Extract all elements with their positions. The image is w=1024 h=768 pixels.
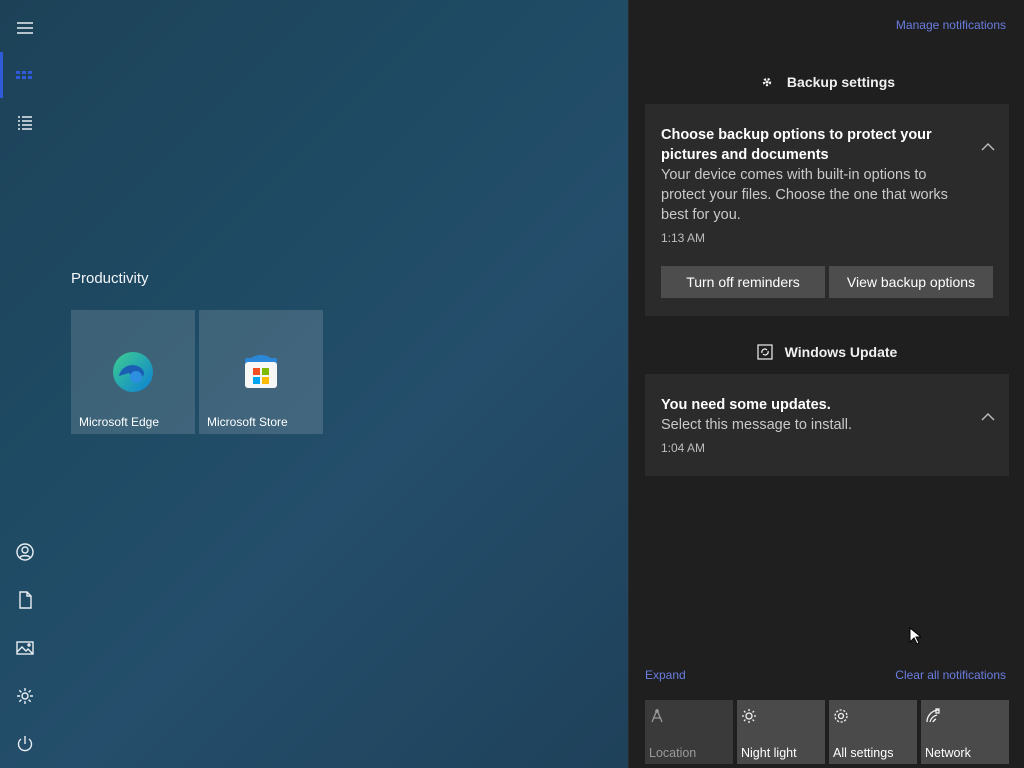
group-app-name: Windows Update bbox=[784, 344, 898, 360]
settings-icon bbox=[17, 688, 33, 704]
update-icon bbox=[757, 344, 773, 360]
tile-group-title: Productivity bbox=[71, 270, 149, 287]
tile-label: Microsoft Store bbox=[207, 415, 288, 429]
documents-button[interactable] bbox=[0, 578, 50, 622]
night-light-icon bbox=[742, 709, 756, 723]
group-app-name: Backup settings bbox=[786, 74, 896, 90]
pictures-icon bbox=[16, 641, 34, 655]
edge-icon bbox=[113, 352, 153, 392]
collapse-button[interactable] bbox=[981, 408, 995, 422]
notification-group-header[interactable]: Backup settings bbox=[629, 74, 1024, 90]
quick-action-all-settings[interactable]: All settings bbox=[829, 700, 917, 764]
notification-body: Your device comes with built-in options … bbox=[661, 167, 948, 223]
quick-action-label: Network bbox=[925, 746, 971, 760]
mouse-cursor-icon bbox=[909, 627, 921, 645]
power-icon bbox=[17, 736, 33, 752]
tile-microsoft-edge[interactable]: Microsoft Edge bbox=[71, 310, 195, 434]
view-backup-options-button[interactable]: View backup options bbox=[829, 266, 993, 298]
notification-card[interactable]: Choose backup options to protect your pi… bbox=[645, 104, 1009, 316]
collapse-button[interactable] bbox=[981, 138, 995, 152]
start-menu: Productivity Microsoft Edge Microsoft St… bbox=[0, 0, 628, 768]
user-account-button[interactable] bbox=[0, 530, 50, 574]
quick-action-label: All settings bbox=[833, 746, 894, 760]
chevron-up-icon bbox=[981, 143, 995, 151]
gear-icon bbox=[762, 77, 772, 87]
action-center: Manage notifications Backup settings Cho… bbox=[628, 0, 1024, 768]
quick-action-night-light[interactable]: Night light bbox=[737, 700, 825, 764]
store-icon bbox=[245, 355, 277, 388]
user-icon bbox=[16, 543, 34, 561]
network-icon bbox=[926, 708, 940, 723]
tiles-icon bbox=[16, 71, 36, 79]
notification-time: 1:13 AM bbox=[661, 231, 706, 245]
hamburger-icon bbox=[17, 22, 33, 34]
quick-action-location[interactable]: Location bbox=[645, 700, 733, 764]
settings-button[interactable] bbox=[0, 674, 50, 718]
tile-microsoft-store[interactable]: Microsoft Store bbox=[199, 310, 323, 434]
manage-notifications-link[interactable]: Manage notifications bbox=[896, 18, 1006, 32]
gear-icon bbox=[834, 709, 848, 723]
quick-action-label: Location bbox=[649, 746, 697, 760]
notification-title: You need some updates. bbox=[661, 397, 831, 413]
quick-action-label: Night light bbox=[741, 746, 797, 760]
hamburger-button[interactable] bbox=[0, 6, 50, 50]
all-apps-button[interactable] bbox=[0, 101, 50, 145]
clear-all-notifications-link[interactable]: Clear all notifications bbox=[895, 668, 1006, 682]
turn-off-reminders-button[interactable]: Turn off reminders bbox=[661, 266, 825, 298]
notification-body: Select this message to install. bbox=[661, 417, 853, 433]
start-rail bbox=[0, 0, 50, 768]
documents-icon bbox=[19, 591, 32, 609]
pinned-tiles-button[interactable] bbox=[0, 52, 50, 96]
tile-label: Microsoft Edge bbox=[79, 415, 160, 429]
power-button[interactable] bbox=[0, 722, 50, 766]
notification-time: 1:04 AM bbox=[661, 441, 706, 455]
expand-link[interactable]: Expand bbox=[645, 668, 686, 682]
notification-title: Choose backup options to protect your pi… bbox=[661, 127, 932, 163]
pictures-button[interactable] bbox=[0, 626, 50, 670]
notification-group-header[interactable]: Windows Update bbox=[629, 344, 1024, 360]
all-apps-list-icon bbox=[18, 116, 32, 130]
notification-card[interactable]: You need some updates. Select this messa… bbox=[645, 374, 1009, 476]
quick-action-network[interactable]: Network bbox=[921, 700, 1009, 764]
chevron-up-icon bbox=[981, 413, 995, 421]
location-icon bbox=[651, 709, 663, 723]
